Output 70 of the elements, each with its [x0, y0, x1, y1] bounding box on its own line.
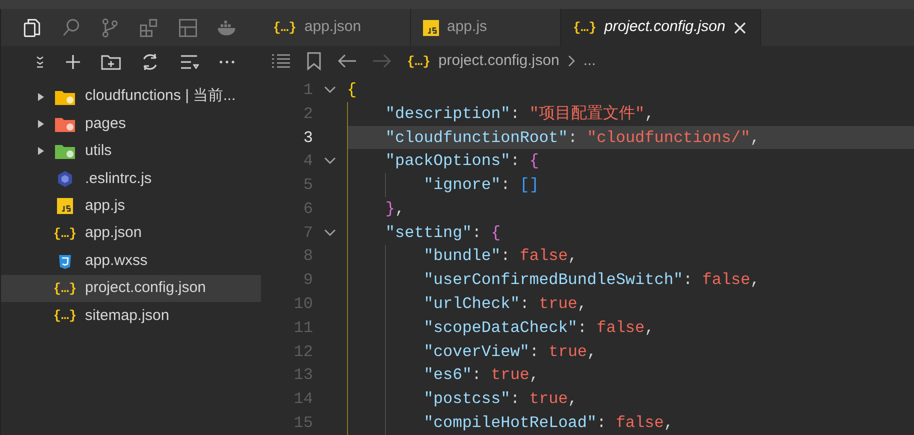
file-tree-item[interactable]: pages: [1, 110, 261, 138]
fold-chevron-icon[interactable]: [324, 157, 336, 166]
list-icon[interactable]: [271, 53, 291, 69]
breadcrumb-item[interactable]: ...: [583, 50, 596, 72]
fold-chevron-icon[interactable]: [324, 228, 336, 237]
file-name: .eslintrc.js: [85, 168, 152, 189]
blocks-icon[interactable]: [138, 16, 160, 38]
code-line: "postcss": true,: [424, 389, 578, 410]
code-line: "urlCheck": true,: [424, 294, 588, 316]
braces-icon: {…}: [573, 21, 596, 34]
file-tree-item[interactable]: app.wxss: [1, 247, 261, 275]
file-name: pages: [85, 114, 126, 134]
code-line: "coverView": true,: [424, 342, 597, 363]
code-line: "bundle": false,: [424, 246, 578, 268]
file-name: app.wxss: [85, 250, 148, 271]
file-name: cloudfunctions | 当前...: [85, 86, 236, 106]
back-arrow-icon[interactable]: [337, 53, 357, 69]
braces-icon: {…}: [53, 227, 77, 240]
files-icon[interactable]: [21, 16, 43, 38]
code-line: "packOptions": {: [385, 151, 540, 172]
breadcrumb-item[interactable]: project.config.json: [438, 50, 560, 72]
braces-icon: {…}: [53, 309, 77, 322]
collapse-icon[interactable]: [35, 54, 45, 70]
tab-label: project.config.json: [604, 17, 726, 38]
fold-chevron-icon[interactable]: [324, 86, 336, 94]
tab-label: app.json: [304, 17, 362, 38]
code-line: "description": "项目配置文件",: [385, 104, 654, 125]
file-name: sitemap.json: [85, 306, 170, 326]
braces-icon: {…}: [273, 21, 296, 34]
plus-icon[interactable]: [64, 53, 82, 71]
code-line: "scopeDataCheck": false,: [424, 318, 654, 339]
file-tree-item[interactable]: {…} app.json: [1, 220, 261, 248]
file-tree-item[interactable]: {…} project.config.json: [1, 274, 261, 302]
file-tree-item[interactable]: cloudfunctions | 当前...: [1, 83, 261, 110]
chevron-icon[interactable]: [37, 92, 45, 102]
more-icon[interactable]: [218, 59, 236, 65]
tab-label: app.js: [447, 17, 488, 38]
search-icon[interactable]: [60, 16, 82, 38]
file-name: utils: [85, 141, 112, 162]
css-file-icon: [57, 253, 73, 270]
chevron-icon: [567, 55, 576, 67]
bookmark-icon[interactable]: [306, 51, 322, 71]
layout-icon[interactable]: [177, 16, 199, 38]
code-line: "compileHotReLoad": false,: [424, 413, 674, 434]
close-icon[interactable]: [733, 20, 748, 34]
hexagon-icon: [56, 170, 74, 188]
chevron-icon[interactable]: [37, 146, 45, 156]
braces-icon: {…}: [407, 54, 430, 68]
file-name: project.config.json: [85, 278, 206, 298]
line-number: 3: [302, 128, 313, 148]
code-line: "setting": {: [385, 222, 501, 244]
code-line: {: [347, 80, 357, 101]
code-line: "cloudfunctionRoot": "cloudfunctions/",: [385, 128, 760, 148]
code-line: "es6": true,: [424, 365, 540, 386]
file-name: app.js: [85, 196, 126, 216]
code-line: },: [385, 198, 405, 220]
code-line: "ignore": []: [424, 175, 539, 196]
file-name: app.json: [85, 223, 142, 244]
js-file-icon: [57, 198, 73, 214]
new-folder-icon[interactable]: [101, 53, 121, 71]
chevron-icon[interactable]: [37, 119, 45, 130]
braces-icon: {…}: [53, 282, 77, 295]
sort-icon[interactable]: [179, 53, 199, 71]
file-tree-item[interactable]: .eslintrc.js: [1, 165, 261, 193]
code-line: "userConfirmedBundleSwitch": false,: [424, 270, 760, 292]
file-tree-item[interactable]: {…} sitemap.json: [1, 302, 261, 330]
editor-tab[interactable]: {…} project.config.json: [561, 9, 761, 46]
file-tree-item[interactable]: app.js: [1, 192, 261, 220]
js-file-icon: [423, 20, 439, 36]
file-tree-item[interactable]: utils: [1, 138, 261, 166]
